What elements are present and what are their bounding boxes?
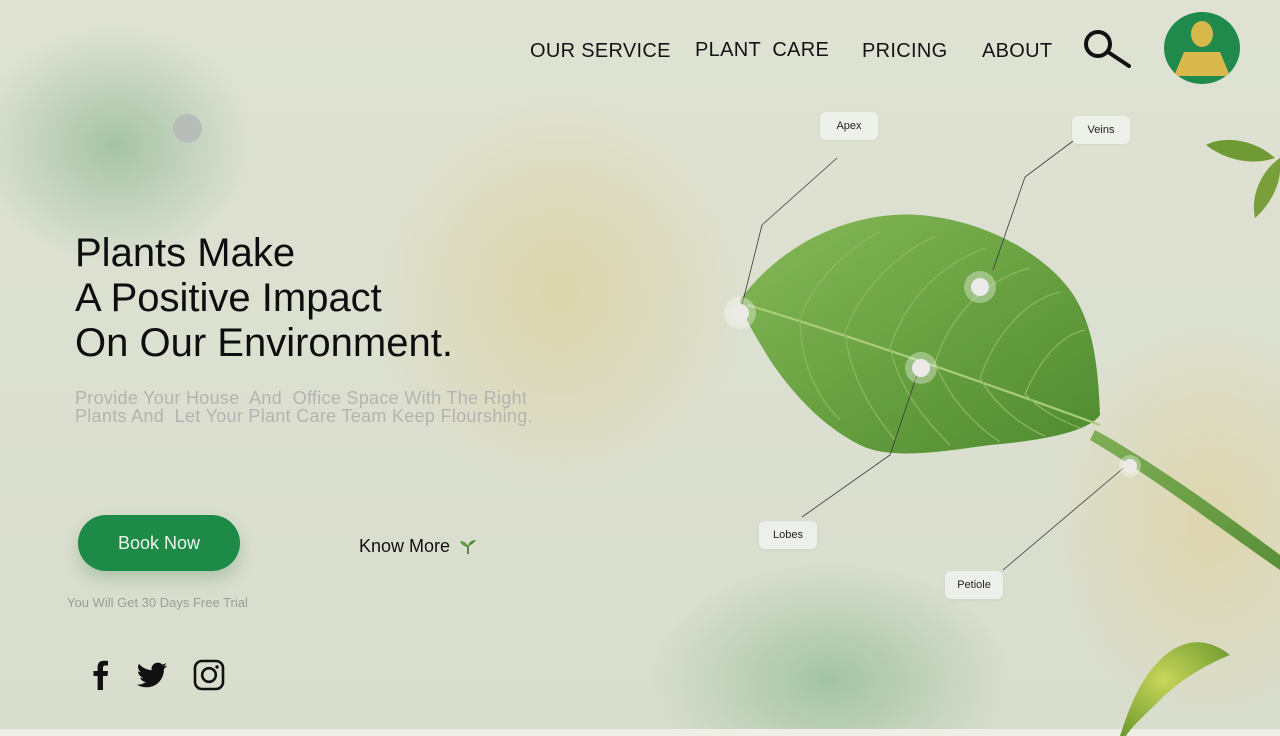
label-veins: Veins	[1072, 116, 1130, 144]
leaf-diagram	[724, 139, 1280, 736]
label-apex: Apex	[820, 112, 878, 140]
leaf-stem	[1090, 430, 1280, 570]
label-petiole: Petiole	[945, 571, 1003, 599]
small-leaf-bottom	[1120, 642, 1230, 736]
label-lobes: Lobes	[759, 521, 817, 549]
small-leaf-top	[1206, 139, 1275, 162]
main-leaf	[740, 214, 1100, 454]
small-leaf-edge	[1253, 158, 1280, 218]
